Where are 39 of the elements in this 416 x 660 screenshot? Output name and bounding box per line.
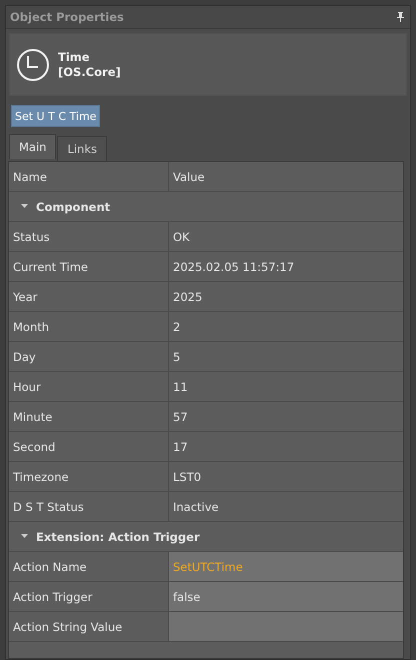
property-value: 11 [168,372,403,401]
property-name: Status [12,228,51,246]
tab[interactable]: Main [9,134,56,159]
value-field[interactable]: false [168,582,403,611]
property-value: 5 [168,342,403,371]
property-value: 57 [168,402,403,431]
property-value: Inactive [168,492,403,521]
property-name: Month [12,318,50,336]
pin-icon[interactable] [397,12,404,22]
collapse-arrow-icon[interactable] [21,534,28,539]
property-name: Timezone [12,468,70,486]
column-header: Value [168,162,403,191]
column-header: Name [12,168,48,186]
window-title: Object Properties [10,10,124,24]
object-module: [OS.Core] [58,65,121,79]
property-name: Action String Value [12,618,124,636]
property-name: Second [12,438,56,456]
group-title[interactable]: Extension: Action Trigger [36,530,200,544]
property-name: Current Time [12,258,89,276]
property-name: D S T Status [12,498,85,516]
value-field[interactable] [168,612,403,641]
tab[interactable]: Links [57,136,107,161]
property-name: Minute [12,408,54,426]
clock-icon [16,48,50,82]
property-value: 17 [168,432,403,461]
set-utc-time-button[interactable]: Set U T C Time [11,105,100,127]
property-name: Action Name [12,558,88,576]
property-name: Hour [12,378,42,396]
property-name: Day [12,348,37,366]
property-value: OK [168,222,403,251]
property-value: LST0 [168,462,403,491]
property-value: 2025 [168,282,403,311]
group-title[interactable]: Component [36,200,110,214]
property-name: Action Trigger [12,588,94,606]
property-value: 2025.02.05 11:57:17 [168,252,403,281]
property-value: 2 [168,312,403,341]
property-name: Year [12,288,38,306]
collapse-arrow-icon[interactable] [21,204,28,209]
object-name: Time [58,50,91,64]
